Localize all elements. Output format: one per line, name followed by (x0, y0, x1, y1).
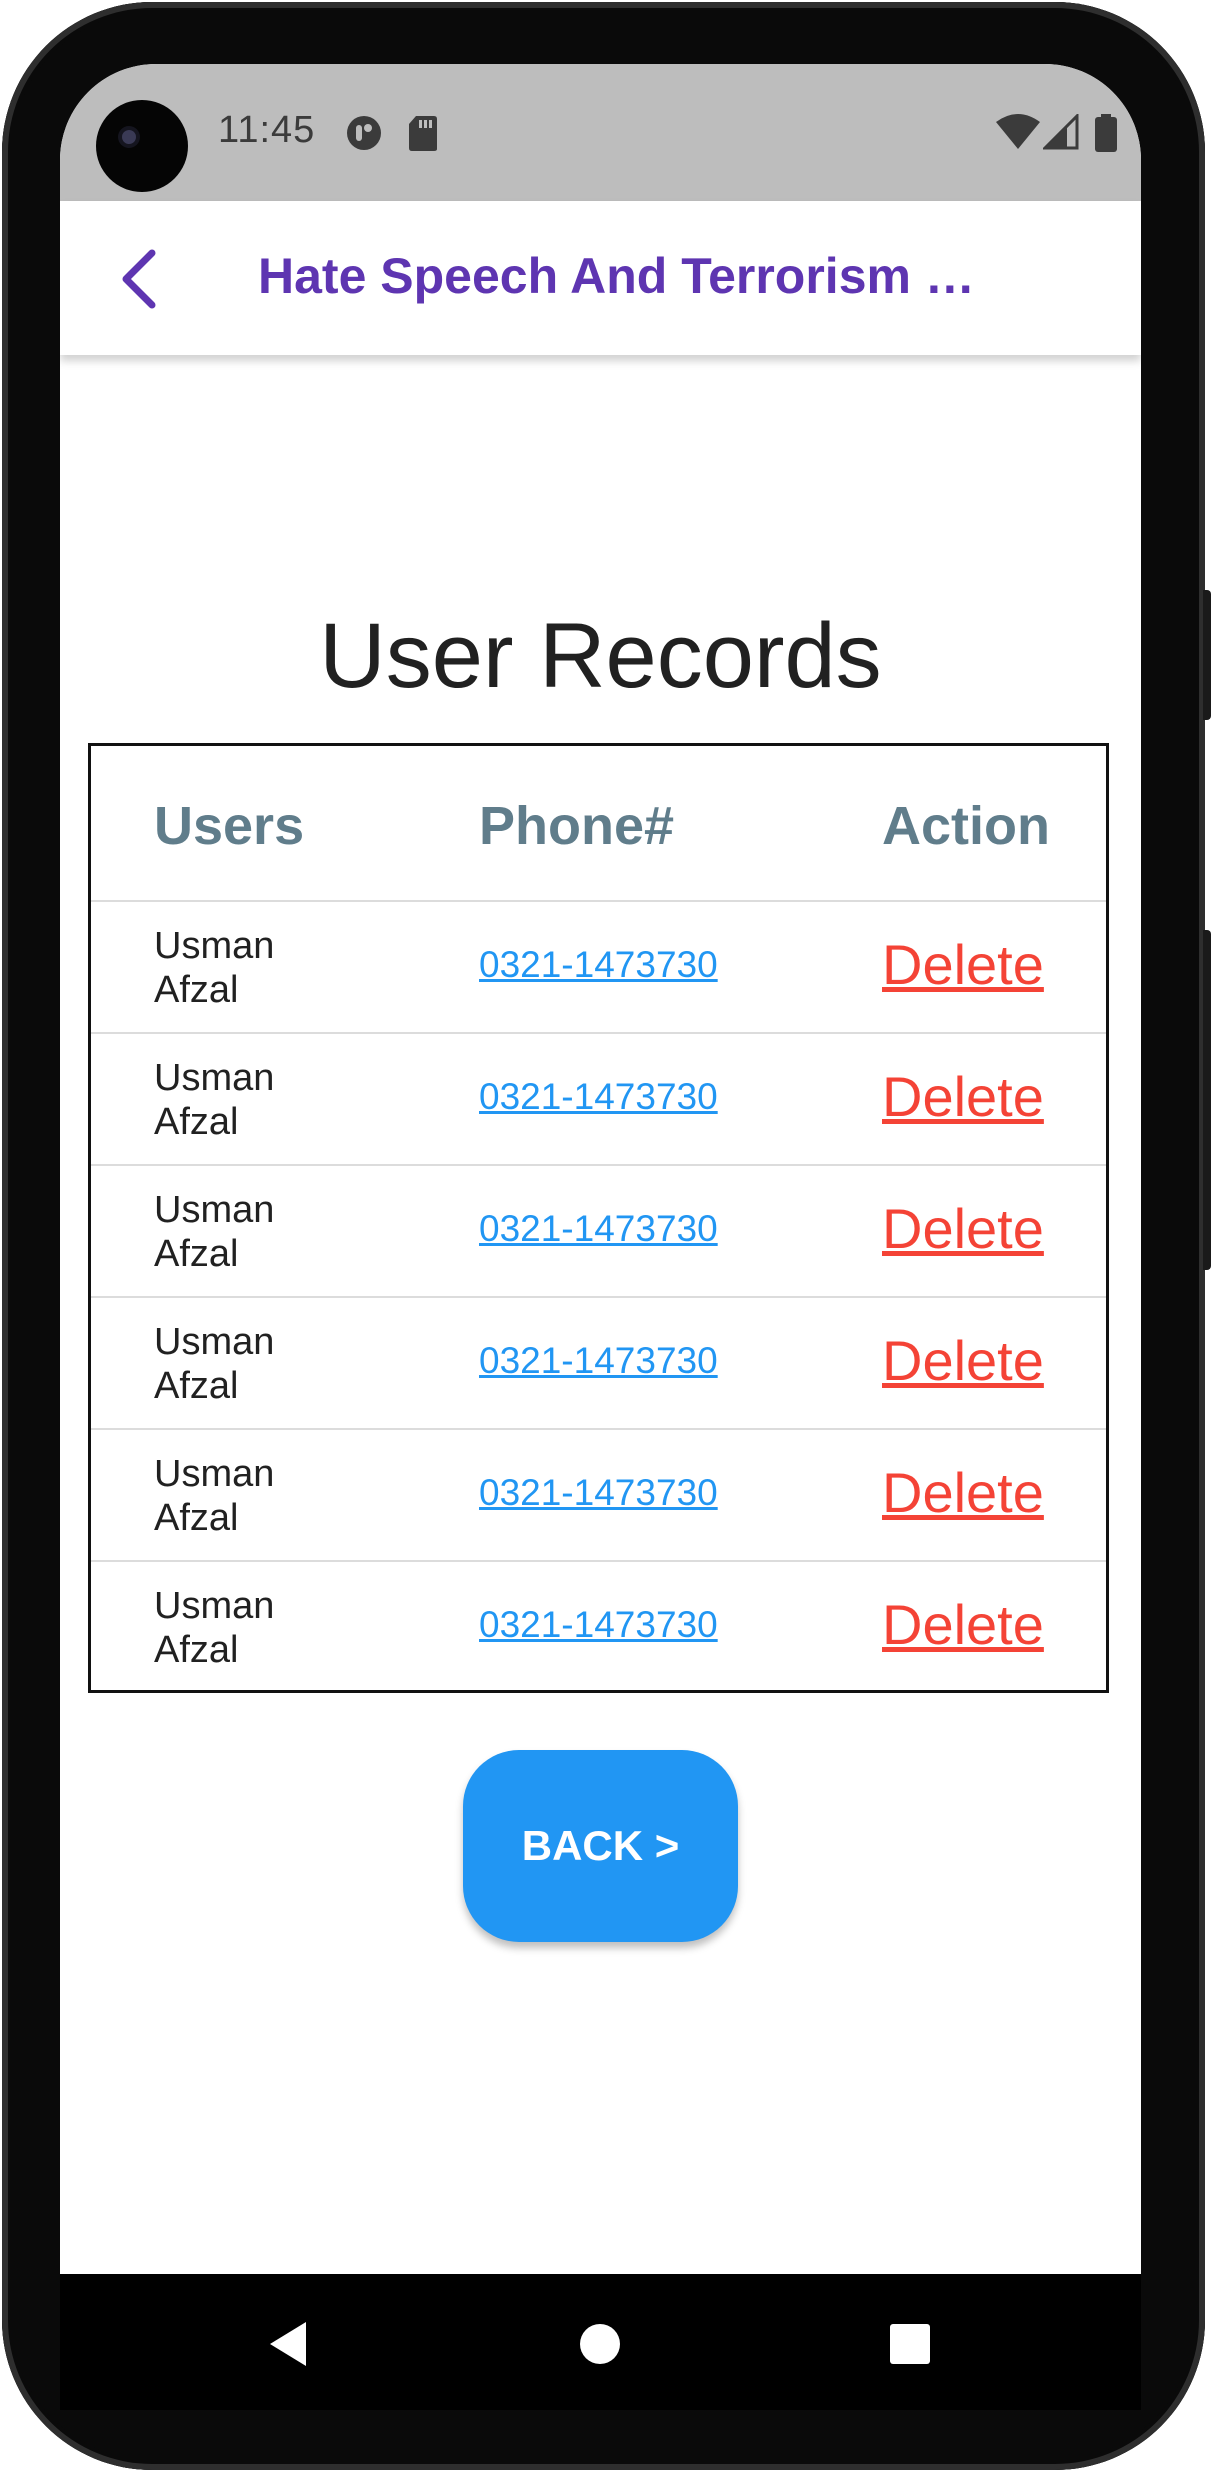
sd-card-icon (409, 116, 437, 151)
signal-icon (1043, 114, 1079, 150)
table-row: Usman Afzal 0321-1473730 Delete (91, 1034, 1106, 1166)
header-users: Users (154, 796, 305, 856)
user-name: Usman Afzal (154, 1453, 275, 1539)
data-saver-icon (347, 116, 381, 150)
user-name: Usman Afzal (154, 1321, 275, 1407)
camera-cutout (96, 100, 188, 192)
header-phone: Phone# (479, 796, 675, 856)
volume-button (1203, 930, 1211, 1270)
user-records-table: Users Phone# Action Usman Afzal 0321-147… (88, 743, 1109, 1693)
status-time: 11:45 (218, 109, 316, 151)
user-name: Usman Afzal (154, 1585, 275, 1671)
table-header: Users Phone# Action (91, 746, 1106, 902)
back-triangle-icon[interactable] (260, 2314, 320, 2374)
table-row: Usman Afzal 0321-1473730 Delete (91, 1562, 1106, 1690)
back-button[interactable]: BACK > (463, 1750, 738, 1942)
user-name: Usman Afzal (154, 1189, 275, 1275)
power-button (1203, 590, 1211, 720)
table-row: Usman Afzal 0321-1473730 Delete (91, 902, 1106, 1034)
phone-link[interactable]: 0321-1473730 (479, 1208, 718, 1250)
recents-square-icon[interactable] (880, 2314, 940, 2374)
phone-link[interactable]: 0321-1473730 (479, 1076, 718, 1118)
delete-link[interactable]: Delete (882, 1196, 1044, 1261)
table-row: Usman Afzal 0321-1473730 Delete (91, 1298, 1106, 1430)
phone-link[interactable]: 0321-1473730 (479, 1604, 718, 1646)
delete-link[interactable]: Delete (882, 1328, 1044, 1393)
delete-link[interactable]: Delete (882, 1592, 1044, 1657)
phone-link[interactable]: 0321-1473730 (479, 1472, 718, 1514)
status-bar: 11:45 (60, 64, 1141, 201)
delete-link[interactable]: Delete (882, 1460, 1044, 1525)
user-name: Usman Afzal (154, 1057, 275, 1143)
screen: 11:45 Hate Speech And Terrorism … User R… (60, 64, 1141, 2274)
system-nav-bar (60, 2274, 1141, 2410)
delete-link[interactable]: Delete (882, 932, 1044, 997)
page-title: User Records (319, 605, 882, 707)
phone-link[interactable]: 0321-1473730 (479, 944, 718, 986)
table-row: Usman Afzal 0321-1473730 Delete (91, 1166, 1106, 1298)
phone-link[interactable]: 0321-1473730 (479, 1340, 718, 1382)
phone-device: 11:45 Hate Speech And Terrorism … User R… (0, 0, 1211, 2474)
header-action: Action (882, 796, 1050, 856)
wifi-icon (996, 114, 1040, 149)
battery-icon (1095, 114, 1117, 152)
app-title: Hate Speech And Terrorism … (258, 248, 975, 304)
delete-link[interactable]: Delete (882, 1064, 1044, 1129)
home-circle-icon[interactable] (570, 2314, 630, 2374)
user-name: Usman Afzal (154, 925, 275, 1011)
table-row: Usman Afzal 0321-1473730 Delete (91, 1430, 1106, 1562)
chevron-left-icon[interactable] (112, 249, 172, 309)
app-bar: Hate Speech And Terrorism … (60, 201, 1141, 355)
